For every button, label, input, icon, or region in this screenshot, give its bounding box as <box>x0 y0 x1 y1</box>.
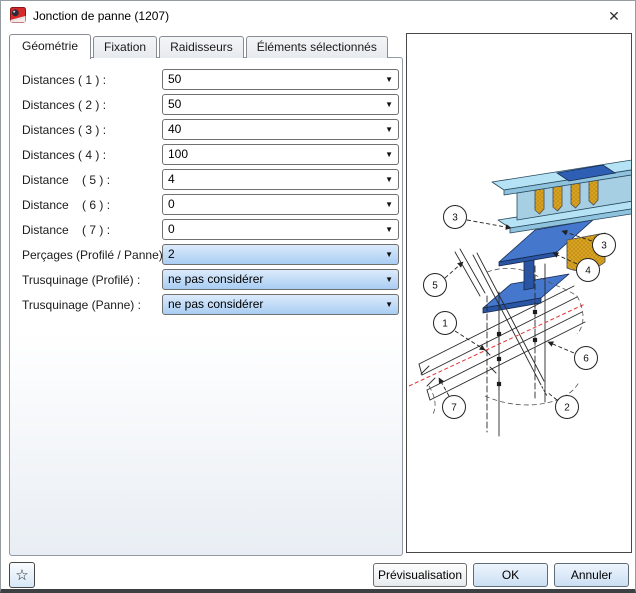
combo-value: ne pas considérer <box>168 297 264 311</box>
chevron-down-icon: ▼ <box>385 250 393 259</box>
combo-distances-3[interactable]: 40 ▼ <box>162 119 399 140</box>
dialog-window: Jonction de panne (1207) ✕ Géométrie Fix… <box>0 0 636 593</box>
callout-3-left: 3 <box>443 205 512 230</box>
window-title: Jonction de panne (1207) <box>33 9 170 23</box>
field-label: Distances ( 4 ) : <box>22 147 107 162</box>
svg-text:3: 3 <box>452 213 458 224</box>
field-label: Distances ( 3 ) : <box>22 122 107 137</box>
combo-value: 0 <box>168 197 175 211</box>
chevron-down-icon: ▼ <box>385 300 393 309</box>
svg-text:3: 3 <box>601 241 607 252</box>
chevron-down-icon: ▼ <box>385 75 393 84</box>
field-label: Distance ( 6 ) : <box>22 197 111 212</box>
svg-text:7: 7 <box>451 403 457 414</box>
chevron-down-icon: ▼ <box>385 150 393 159</box>
field-label: Distances ( 1 ) : <box>22 72 107 87</box>
combo-trusquinage-panne[interactable]: ne pas considérer ▼ <box>162 294 399 315</box>
app-icon <box>10 7 26 23</box>
favorites-button[interactable]: ☆ <box>9 562 35 588</box>
svg-text:6: 6 <box>583 354 589 365</box>
field-label: Distance ( 7 ) : <box>22 222 111 237</box>
form-row: Distance ( 7 ) : 0 ▼ <box>22 219 399 240</box>
field-label: Distance ( 5 ) : <box>22 172 111 187</box>
tab-geometrie[interactable]: Géométrie <box>9 34 92 59</box>
form-row: Distance ( 6 ) : 0 ▼ <box>22 194 399 215</box>
form-row: Distances ( 3 ) : 40 ▼ <box>22 119 399 140</box>
form-row: Trusquinage (Profilé) : ne pas considére… <box>22 269 399 290</box>
combo-distance-7[interactable]: 0 ▼ <box>162 219 399 240</box>
combo-value: 0 <box>168 222 175 236</box>
combo-trusquinage-profile[interactable]: ne pas considérer ▼ <box>162 269 399 290</box>
preview-drawing: 3 3 4 5 1 7 6 2 <box>408 159 636 437</box>
form-row: Distances ( 2 ) : 50 ▼ <box>22 94 399 115</box>
combo-distance-5[interactable]: 4 ▼ <box>162 169 399 190</box>
svg-text:1: 1 <box>442 319 448 330</box>
geometry-form: Distances ( 1 ) : 50 ▼ Distances ( 2 ) :… <box>22 69 399 319</box>
svg-text:2: 2 <box>564 403 570 414</box>
chevron-down-icon: ▼ <box>385 275 393 284</box>
combo-value: 40 <box>168 122 182 136</box>
combo-distances-4[interactable]: 100 ▼ <box>162 144 399 165</box>
svg-text:4: 4 <box>585 266 591 277</box>
combo-value: 50 <box>168 72 182 86</box>
combo-distance-6[interactable]: 0 ▼ <box>162 194 399 215</box>
tab-raidisseurs[interactable]: Raidisseurs <box>159 36 244 58</box>
combo-value: 100 <box>168 147 189 161</box>
callout-6: 6 <box>547 341 598 370</box>
combo-value: ne pas considérer <box>168 272 264 286</box>
chevron-down-icon: ▼ <box>385 125 393 134</box>
form-row: Distances ( 1 ) : 50 ▼ <box>22 69 399 90</box>
combo-value: 2 <box>168 247 175 261</box>
close-button[interactable]: ✕ <box>603 5 625 27</box>
chevron-down-icon: ▼ <box>385 175 393 184</box>
tab-strip: Géométrie Fixation Raidisseurs Éléments … <box>9 33 390 59</box>
star-icon: ☆ <box>15 567 29 584</box>
svg-text:5: 5 <box>432 281 438 292</box>
tab-fixation[interactable]: Fixation <box>93 36 158 58</box>
field-label: Perçages (Profilé / Panne) <box>22 247 163 262</box>
form-row: Trusquinage (Panne) : ne pas considérer … <box>22 294 399 315</box>
chevron-down-icon: ▼ <box>385 200 393 209</box>
callout-5: 5 <box>423 261 464 297</box>
form-row: Distance ( 5 ) : 4 ▼ <box>22 169 399 190</box>
combo-value: 4 <box>168 172 175 186</box>
form-row: Perçages (Profilé / Panne) 2 ▼ <box>22 244 399 265</box>
combo-distances-1[interactable]: 50 ▼ <box>162 69 399 90</box>
cancel-button[interactable]: Annuler <box>554 563 629 587</box>
combo-value: 50 <box>168 97 182 111</box>
titlebar: Jonction de panne (1207) ✕ <box>1 1 635 31</box>
combo-percages-profile-panne[interactable]: 2 ▼ <box>162 244 399 265</box>
combo-distances-2[interactable]: 50 ▼ <box>162 94 399 115</box>
field-label: Trusquinage (Profilé) : <box>22 272 141 287</box>
bolts <box>496 306 538 390</box>
tabpage-geometrie: Distances ( 1 ) : 50 ▼ Distances ( 2 ) :… <box>9 57 403 556</box>
field-label: Trusquinage (Panne) : <box>22 297 141 312</box>
chevron-down-icon: ▼ <box>385 225 393 234</box>
chevron-down-icon: ▼ <box>385 100 393 109</box>
field-label: Distances ( 2 ) : <box>22 97 107 112</box>
previsualisation-button[interactable]: Prévisualisation <box>373 563 467 587</box>
ok-button[interactable]: OK <box>473 563 548 587</box>
tab-elements-selectionnes[interactable]: Éléments sélectionnés <box>245 36 388 58</box>
form-row: Distances ( 4 ) : 100 ▼ <box>22 144 399 165</box>
callout-2: 2 <box>546 391 579 419</box>
preview-panel: 3 3 4 5 1 7 6 2 <box>406 33 636 553</box>
